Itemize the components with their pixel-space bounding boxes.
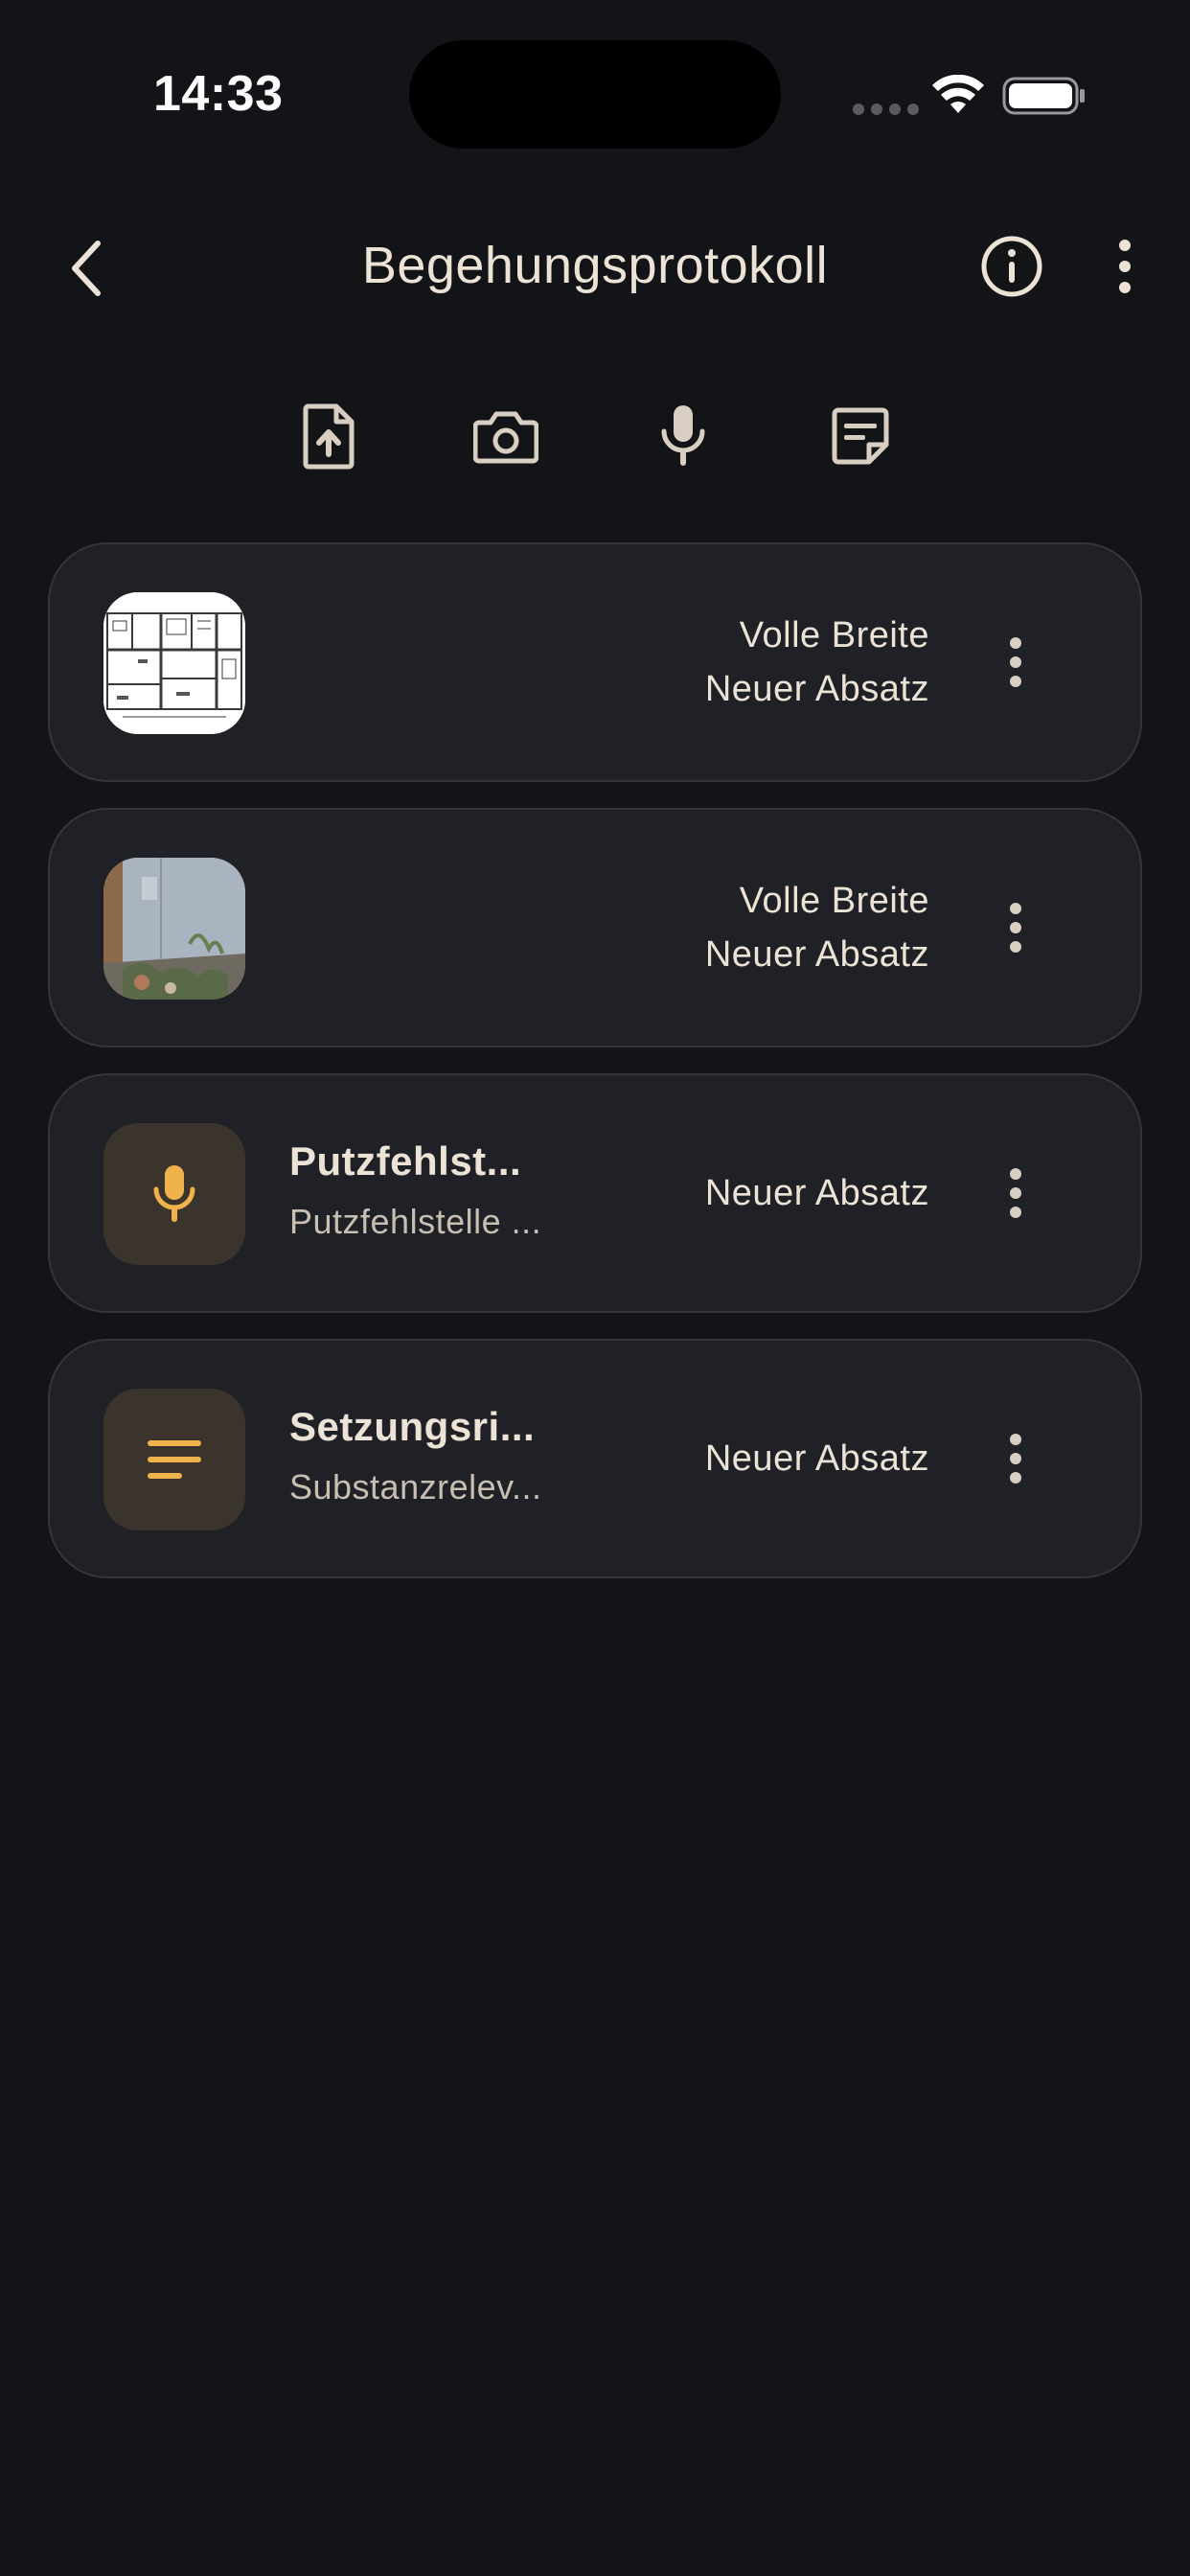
paragraph-option: Neuer Absatz bbox=[704, 934, 929, 975]
content-list: Volle Breite Neuer Absatz Volle Breite N… bbox=[48, 542, 1142, 1604]
list-item[interactable]: Volle Breite Neuer Absatz bbox=[48, 808, 1142, 1047]
upload-file-button[interactable] bbox=[290, 393, 367, 479]
layout-options: Neuer Absatz bbox=[705, 1341, 929, 1576]
status-time: 14:33 bbox=[153, 66, 284, 122]
item-subtitle: Substanzrelev... bbox=[289, 1467, 542, 1506]
list-item[interactable]: Volle Breite Neuer Absatz bbox=[48, 542, 1142, 782]
status-bar: 14:33 bbox=[0, 0, 1190, 192]
add-note-button[interactable] bbox=[822, 393, 899, 479]
note-icon bbox=[832, 407, 889, 465]
record-audio-button[interactable] bbox=[645, 393, 721, 479]
layout-options: Volle Breite Neuer Absatz bbox=[705, 544, 929, 780]
item-menu-button[interactable] bbox=[996, 1430, 1035, 1487]
layout-options: Volle Breite Neuer Absatz bbox=[705, 810, 929, 1046]
wall-photo-image bbox=[103, 858, 245, 1000]
camera-icon bbox=[473, 411, 538, 464]
add-content-toolbar bbox=[0, 393, 1190, 479]
item-text: Setzungsri... Substanzrelev... bbox=[289, 1400, 596, 1507]
layout-options: Neuer Absatz bbox=[705, 1075, 929, 1311]
dynamic-island bbox=[409, 40, 781, 149]
more-vertical-icon bbox=[1010, 1434, 1021, 1484]
item-title: Putzfehlst... bbox=[289, 1138, 522, 1184]
camera-button[interactable] bbox=[468, 393, 544, 479]
wifi-icon bbox=[932, 75, 984, 113]
item-menu-button[interactable] bbox=[996, 899, 1035, 956]
list-item[interactable]: Putzfehlst... Putzfehlstelle ... Neuer A… bbox=[48, 1073, 1142, 1313]
text-tile bbox=[103, 1389, 245, 1530]
item-title: Setzungsri... bbox=[289, 1404, 536, 1449]
more-options-button[interactable] bbox=[1102, 232, 1148, 301]
more-vertical-icon bbox=[1119, 240, 1131, 293]
audio-tile bbox=[103, 1123, 245, 1265]
item-text: Putzfehlst... Putzfehlstelle ... bbox=[289, 1135, 596, 1242]
more-vertical-icon bbox=[1010, 637, 1021, 687]
paragraph-option: Neuer Absatz bbox=[704, 1438, 929, 1479]
more-vertical-icon bbox=[1010, 1168, 1021, 1218]
item-subtitle: Putzfehlstelle ... bbox=[289, 1202, 542, 1241]
microphone-icon bbox=[153, 1165, 195, 1222]
floor-plan-image bbox=[103, 592, 245, 734]
width-option: Volle Breite bbox=[739, 615, 929, 656]
width-option: Volle Breite bbox=[739, 881, 929, 921]
battery-icon bbox=[1002, 77, 1085, 115]
cellular-signal-icon bbox=[853, 104, 919, 115]
info-circle-icon bbox=[981, 236, 1042, 297]
list-item[interactable]: Setzungsri... Substanzrelev... Neuer Abs… bbox=[48, 1339, 1142, 1578]
nav-bar: Begehungsprotokoll bbox=[0, 211, 1190, 326]
paragraph-option: Neuer Absatz bbox=[704, 1173, 929, 1213]
info-button[interactable] bbox=[977, 232, 1046, 301]
item-menu-button[interactable] bbox=[996, 633, 1035, 691]
item-menu-button[interactable] bbox=[996, 1164, 1035, 1222]
microphone-icon bbox=[661, 405, 705, 466]
more-vertical-icon bbox=[1010, 903, 1021, 953]
paragraph-option: Neuer Absatz bbox=[704, 669, 929, 709]
file-upload-icon bbox=[303, 403, 355, 470]
text-lines-icon bbox=[148, 1440, 201, 1479]
